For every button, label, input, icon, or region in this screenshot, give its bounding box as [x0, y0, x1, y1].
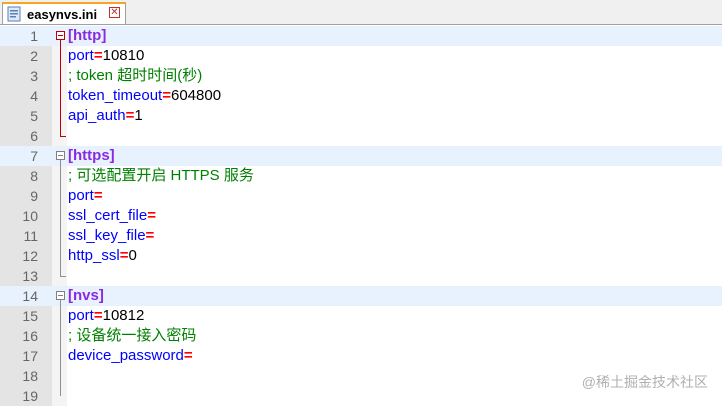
ini-key: token_timeout [68, 87, 163, 104]
ini-equals: = [125, 107, 135, 124]
code-line[interactable]: 5 api_auth=1 [0, 106, 722, 126]
close-icon[interactable]: ✕ [109, 7, 120, 18]
code-line[interactable]: 9 port= [0, 186, 722, 206]
code-line[interactable]: 7 [https] [0, 146, 722, 166]
code-text: [nvs] [68, 286, 104, 306]
ini-key: ssl_cert_file [68, 207, 148, 224]
section-bracket-close: ] [101, 27, 107, 44]
section-name: http [73, 27, 102, 44]
ini-equals: = [162, 87, 171, 104]
line-number: 12 [22, 248, 38, 264]
ini-equals: = [93, 47, 103, 64]
line-number: 6 [30, 128, 38, 144]
line-number: 1 [30, 28, 38, 44]
line-number: 19 [22, 388, 38, 404]
line-number: 10 [22, 208, 38, 224]
ini-file-icon [7, 6, 21, 22]
ini-value: 10812 [102, 307, 145, 324]
code-editor[interactable]: 1 [http] 2 port=10810 3; token 超时时间(秒) 4 token… [0, 26, 722, 406]
code-line[interactable]: 3 ; token 超时时间(秒) [0, 66, 722, 86]
ini-key: device_password [68, 347, 184, 364]
code-text: device_password= [68, 346, 193, 366]
code-line[interactable]: 8 ; 可选配置开启 HTTPS 服务 [0, 166, 722, 186]
ini-equals: = [147, 207, 156, 224]
code-text: port=10812 [68, 306, 144, 326]
code-line[interactable]: 13 [0, 266, 722, 286]
line-number: 18 [22, 368, 38, 384]
code-text: ; 可选配置开启 HTTPS 服务 [68, 166, 254, 186]
line-number: 2 [30, 48, 38, 64]
fold-guide-line [60, 40, 61, 136]
code-text: [https] [68, 146, 115, 166]
code-text: port= [68, 186, 103, 206]
code-line[interactable]: 12 http_ssl=0 [0, 246, 722, 266]
fold-toggle-icon[interactable] [56, 291, 65, 300]
code-text: port=10810 [68, 46, 144, 66]
ini-comment: ; 可选配置开启 HTTPS 服务 [68, 167, 254, 184]
line-number: 4 [30, 88, 38, 104]
watermark: @稀土掘金技术社区 [581, 374, 708, 390]
code-line[interactable]: 6 [0, 126, 722, 146]
code-line[interactable]: 4 token_timeout=604800 [0, 86, 722, 106]
section-name: nvs [73, 287, 99, 304]
line-number: 5 [30, 108, 38, 124]
ini-key: port [68, 187, 94, 204]
line-number: 9 [30, 188, 38, 204]
ini-equals: = [145, 227, 155, 244]
code-text: api_auth=1 [68, 106, 143, 126]
ini-value: 10810 [102, 47, 145, 64]
line-number: 17 [22, 348, 38, 364]
code-text: token_timeout=604800 [68, 86, 221, 106]
code-line[interactable]: 1 [http] [0, 26, 722, 46]
code-text: ssl_key_file= [68, 226, 154, 246]
fold-toggle-icon[interactable] [56, 31, 65, 40]
line-number: 7 [30, 148, 38, 164]
line-number: 11 [23, 228, 38, 244]
code-line[interactable]: 10 ssl_cert_file= [0, 206, 722, 226]
fold-guide-line [60, 160, 61, 276]
ini-comment: ; token 超时时间(秒) [68, 67, 203, 84]
code-text: ; 设备统一接入密码 [68, 326, 196, 346]
tab-title: easynvs.ini [27, 6, 98, 22]
line-number: 13 [22, 268, 38, 284]
line-number: 8 [30, 168, 38, 184]
line-number: 3 [30, 68, 38, 84]
ini-key: ssl_key_file [68, 227, 146, 244]
ini-key: port [68, 47, 94, 64]
code-line[interactable]: 2 port=10810 [0, 46, 722, 66]
code-line[interactable]: 11 ssl_key_file= [0, 226, 722, 246]
line-number: 16 [22, 328, 38, 344]
fold-end-marker [60, 136, 66, 137]
fold-guide-line [60, 300, 61, 396]
ini-value: 604800 [171, 87, 222, 104]
ini-comment: ; 设备统一接入密码 [68, 327, 197, 344]
tab-bar: easynvs.ini ✕ [0, 0, 722, 25]
section-name: https [73, 147, 110, 164]
ini-key: http_ssl [68, 247, 120, 264]
code-text: ; token 超时时间(秒) [68, 66, 202, 86]
line-number: 15 [22, 308, 38, 324]
code-text: [http] [68, 26, 106, 46]
code-line[interactable]: 15 port=10812 [0, 306, 722, 326]
ini-equals: = [183, 347, 193, 364]
code-line[interactable]: 16 ; 设备统一接入密码 [0, 326, 722, 346]
code-text: http_ssl=0 [68, 246, 137, 266]
code-line[interactable]: 17 device_password= [0, 346, 722, 366]
fold-end-marker [60, 276, 66, 277]
ini-equals: = [93, 187, 103, 204]
section-bracket-close: ] [109, 147, 115, 164]
line-number: 14 [22, 288, 38, 304]
ini-value: 0 [128, 247, 137, 264]
ini-key: api_auth [68, 107, 126, 124]
code-line[interactable]: 14 [nvs] [0, 286, 722, 306]
ini-value: 1 [134, 107, 143, 124]
section-bracket-close: ] [98, 287, 104, 304]
ini-equals: = [93, 307, 103, 324]
fold-toggle-icon[interactable] [56, 151, 65, 160]
tab-easynvs-ini[interactable]: easynvs.ini ✕ [2, 2, 126, 24]
ini-key: port [68, 307, 94, 324]
code-text: ssl_cert_file= [68, 206, 156, 226]
